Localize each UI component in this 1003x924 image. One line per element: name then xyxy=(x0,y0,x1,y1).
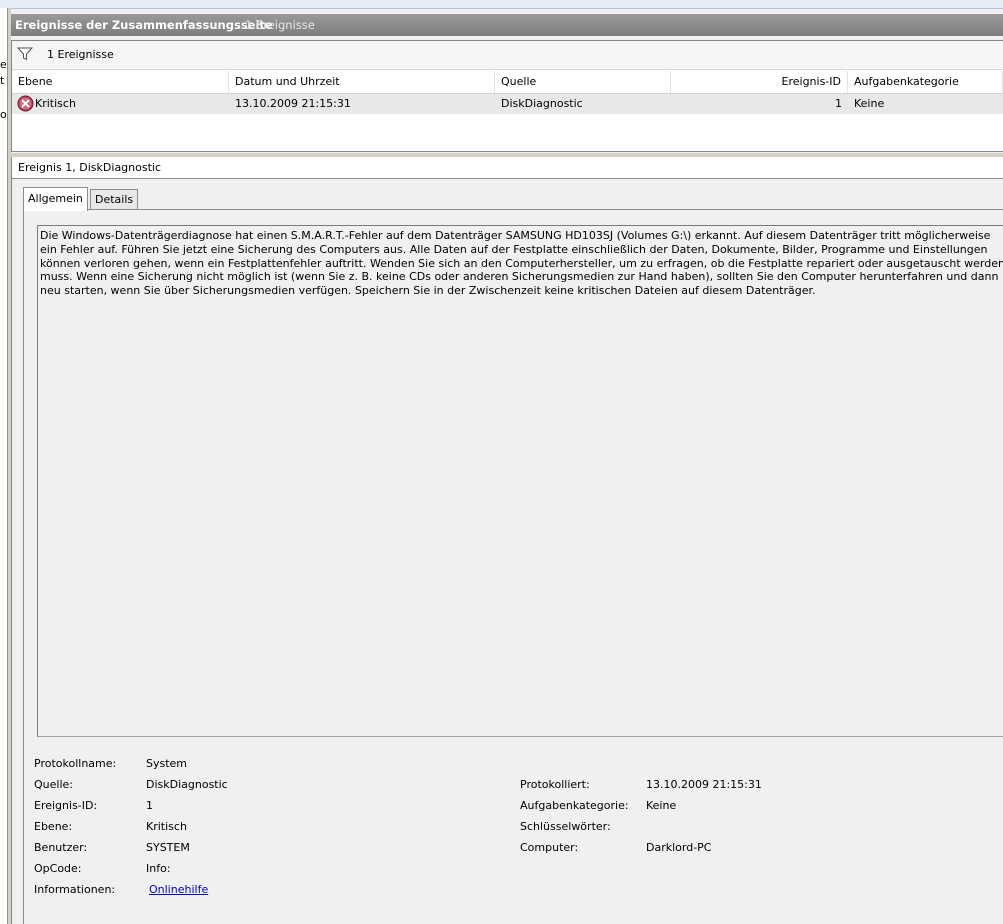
quelle-value: DiskDiagnostic xyxy=(146,778,228,791)
column-header-source[interactable]: Quelle xyxy=(495,71,671,93)
computer-label: Computer: xyxy=(520,841,579,854)
informationen-label: Informationen: xyxy=(34,883,116,896)
window-top-strip xyxy=(0,0,1003,9)
ereignis-id-label: Ereignis-ID: xyxy=(34,799,98,812)
column-header-row: Ebene Datum und Uhrzeit Quelle Ereignis-… xyxy=(12,71,1003,94)
column-header-task-category[interactable]: Aufgabenkategorie xyxy=(848,71,1003,93)
schluesselwoerter-label: Schlüsselwörter: xyxy=(520,820,611,833)
row-event-id: 1 xyxy=(835,97,842,110)
critical-error-icon xyxy=(17,95,34,113)
tree-label-fragment: e xyxy=(0,58,7,71)
tab-panel-allgemein: Die Windows-Datenträgerdiagnose hat eine… xyxy=(23,209,1003,924)
protokolliert-value: 13.10.2009 21:15:31 xyxy=(646,778,762,791)
table-row[interactable]: Kritisch 13.10.2009 21:15:31 DiskDiagnos… xyxy=(12,94,1003,114)
quelle-label: Quelle: xyxy=(34,778,73,791)
benutzer-label: Benutzer: xyxy=(34,841,88,854)
opcode-value: Info: xyxy=(146,862,171,875)
tree-label-fragment: t xyxy=(0,74,5,87)
protokollname-value: System xyxy=(146,757,188,770)
opcode-label: OpCode: xyxy=(34,862,82,875)
onlinehilfe-link[interactable]: Onlinehilfe xyxy=(149,883,208,896)
protokollname-label: Protokollname: xyxy=(34,757,117,770)
event-message-box[interactable]: Die Windows-Datenträgerdiagnose hat eine… xyxy=(37,225,1003,737)
event-count: 1 Ereignisse xyxy=(245,18,315,32)
event-message-text: Die Windows-Datenträgerdiagnose hat eine… xyxy=(40,229,1003,298)
events-list-panel: 1 Ereignisse Ebene Datum und Uhrzeit Que… xyxy=(11,40,1003,152)
page-title: Ereignisse der Zusammenfassungsseite xyxy=(15,18,273,32)
column-header-datetime[interactable]: Datum und Uhrzeit xyxy=(229,71,495,93)
aufgabenkategorie-label: Aufgabenkategorie: xyxy=(520,799,629,812)
aufgabenkategorie-value: Keine xyxy=(646,799,677,812)
ebene-label: Ebene: xyxy=(34,820,73,833)
computer-value: Darklord-PC xyxy=(646,841,712,854)
row-datetime: 13.10.2009 21:15:31 xyxy=(235,97,351,110)
tab-details[interactable]: Details xyxy=(90,189,139,210)
event-details-header: Ereignis 1, DiskDiagnostic xyxy=(12,157,1003,179)
benutzer-value: SYSTEM xyxy=(146,841,190,854)
row-task-category: Keine xyxy=(854,97,885,110)
console-tree-pane[interactable]: e t o xyxy=(0,8,8,924)
filter-count-label: 1 Ereignisse xyxy=(47,48,114,61)
column-header-event-id[interactable]: Ereignis-ID xyxy=(671,71,848,93)
filter-icon[interactable] xyxy=(16,47,34,64)
summary-title-bar: Ereignisse der Zusammenfassungsseite 1 E… xyxy=(11,14,1003,36)
ereignis-id-value: 1 xyxy=(146,799,153,812)
filter-bar: 1 Ereignisse xyxy=(12,41,1003,70)
tab-allgemein[interactable]: Allgemein xyxy=(23,187,88,211)
row-level: Kritisch xyxy=(35,97,76,110)
column-header-level[interactable]: Ebene xyxy=(12,71,229,93)
row-source: DiskDiagnostic xyxy=(501,97,583,110)
event-details-panel: Ereignis 1, DiskDiagnostic Allgemein Det… xyxy=(11,157,1003,924)
ebene-value: Kritisch xyxy=(146,820,187,833)
protokolliert-label: Protokolliert: xyxy=(520,778,590,791)
tree-label-fragment: o xyxy=(0,108,7,121)
